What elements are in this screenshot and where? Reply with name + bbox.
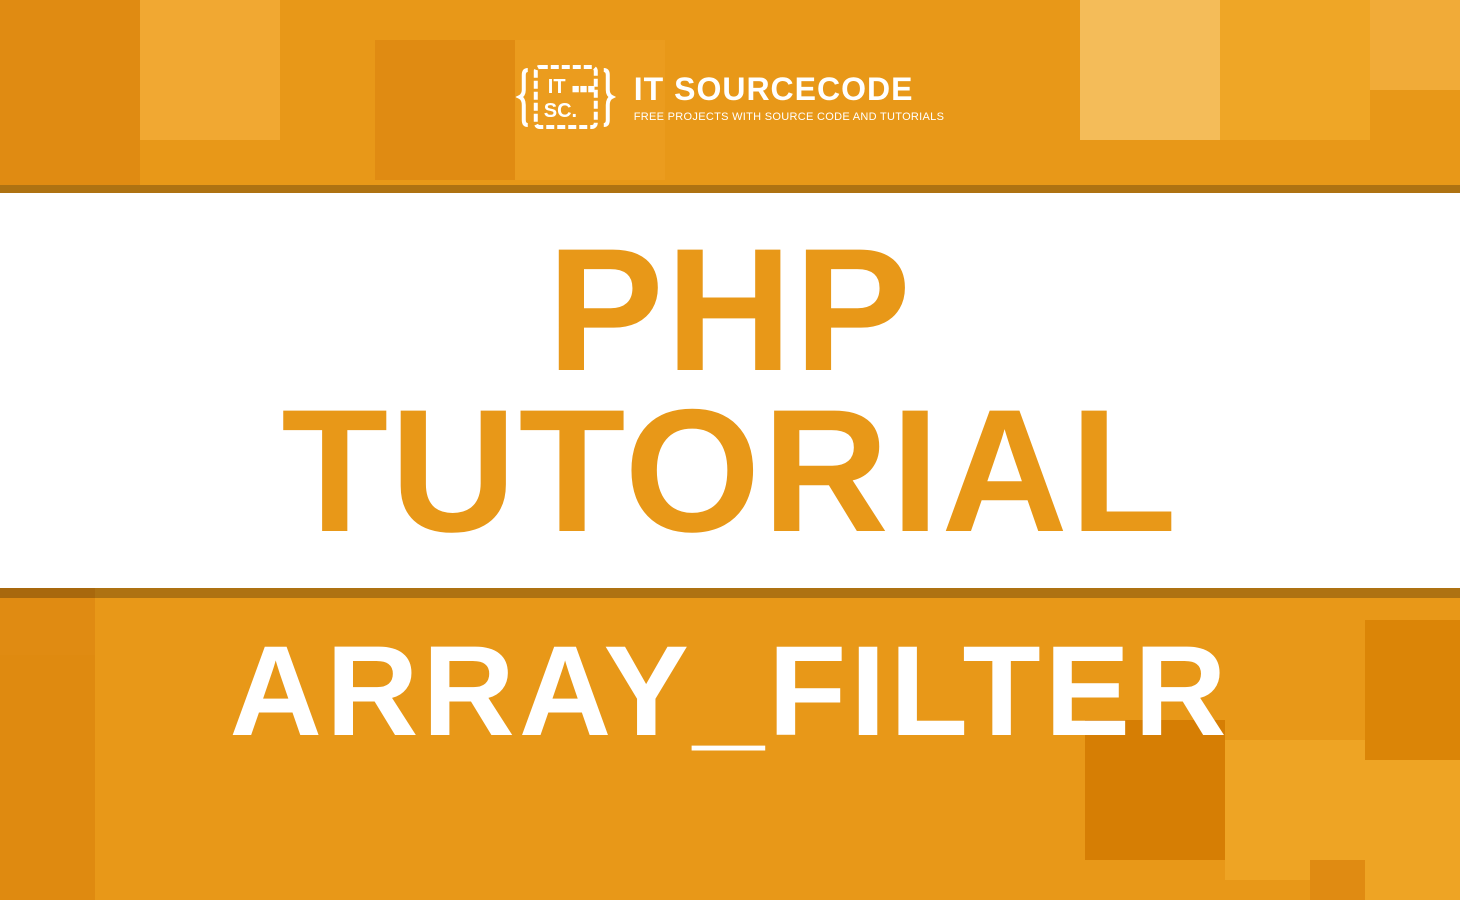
logo-subtitle: FREE PROJECTS WITH SOURCE CODE AND TUTOR…	[634, 111, 944, 123]
band-shadow	[0, 588, 1460, 598]
bg-decoration	[1310, 860, 1365, 900]
title-band: PHP TUTORIAL	[0, 193, 1460, 588]
heading-line-1: PHP	[547, 230, 913, 391]
svg-text:■■■: ■■■	[572, 81, 596, 96]
bg-decoration	[1365, 760, 1460, 900]
bg-decoration	[0, 0, 140, 185]
logo-text: IT SOURCECODE FREE PROJECTS WITH SOURCE …	[634, 73, 944, 123]
logo: IT ■■■ SC. IT SOURCECODE FREE PROJECTS W…	[516, 55, 944, 140]
bg-decoration	[1080, 0, 1220, 140]
header-shadow	[0, 185, 1460, 193]
bg-decoration	[375, 40, 515, 180]
bg-decoration	[140, 0, 280, 140]
logo-title: IT SOURCECODE	[634, 73, 944, 105]
function-name: ARRAY_FILTER	[0, 618, 1460, 765]
svg-text:SC.: SC.	[544, 100, 577, 122]
heading-line-2: TUTORIAL	[281, 391, 1178, 552]
logo-icon: IT ■■■ SC.	[516, 55, 616, 140]
bg-decoration	[1220, 0, 1370, 140]
bg-decoration	[1370, 0, 1460, 90]
svg-text:IT: IT	[548, 76, 566, 98]
